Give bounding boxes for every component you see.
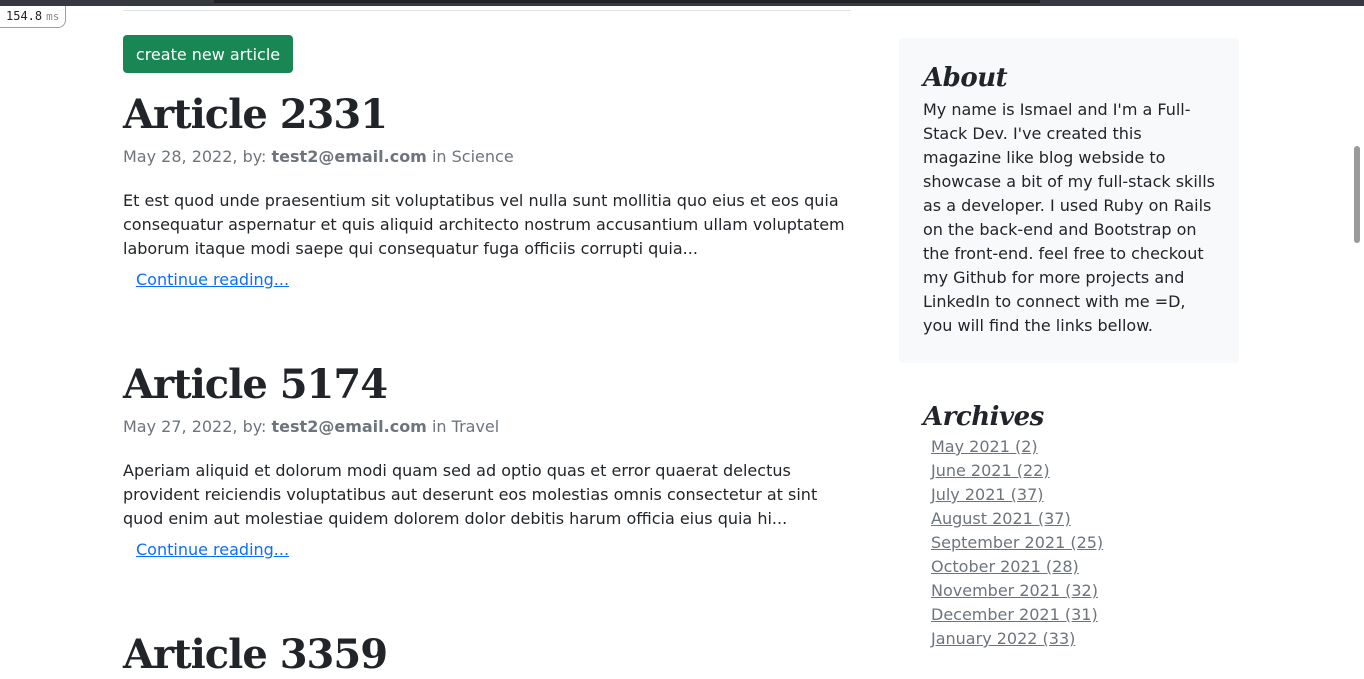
archive-item: November 2021 (32) <box>931 579 1223 603</box>
archive-item: July 2021 (37) <box>931 483 1223 507</box>
scrollbar-thumb[interactable] <box>1354 146 1360 243</box>
archive-link[interactable]: May 2021 (2) <box>931 437 1038 456</box>
article-meta: May 27, 2022, by: test2@email.com in Tra… <box>123 415 851 439</box>
article-meta: May 28, 2022, by: test2@email.com in Sci… <box>123 145 851 169</box>
archive-item: October 2021 (28) <box>931 555 1223 579</box>
perf-value: 154.8 <box>6 9 43 23</box>
article-title[interactable]: Article 2331 <box>123 91 851 139</box>
perf-badge: 154.8 ms <box>0 6 67 28</box>
create-new-article-button[interactable]: create new article <box>123 35 293 73</box>
archive-item: September 2021 (25) <box>931 531 1223 555</box>
archives-section: Archives May 2021 (2) June 2021 (22) Jul… <box>923 401 1223 651</box>
archive-link[interactable]: September 2021 (25) <box>931 533 1103 552</box>
archive-item: May 2021 (2) <box>931 435 1223 459</box>
article-in-label: in <box>431 417 447 436</box>
article-date: May 28, 2022, by: <box>123 147 267 166</box>
archives-title: Archives <box>923 402 1044 432</box>
article-author: test2@email.com <box>271 147 427 166</box>
archive-link[interactable]: July 2021 (37) <box>931 485 1044 504</box>
archive-item: December 2021 (31) <box>931 603 1223 627</box>
about-title: About <box>923 63 1008 93</box>
archive-link[interactable]: November 2021 (32) <box>931 581 1098 600</box>
article-category: Travel <box>451 417 500 436</box>
archive-link[interactable]: December 2021 (31) <box>931 605 1098 624</box>
browser-top-bar <box>0 0 1364 6</box>
article-card: Article 2331 May 28, 2022, by: test2@ema… <box>123 91 851 292</box>
archive-item: August 2021 (37) <box>931 507 1223 531</box>
archives-list: May 2021 (2) June 2021 (22) July 2021 (3… <box>923 433 1223 651</box>
continue-reading-link[interactable]: Continue reading... <box>136 538 289 562</box>
article-category: Science <box>451 147 514 166</box>
page-scrollbar[interactable] <box>1350 6 1364 658</box>
article-excerpt: Et est quod unde praesentium sit volupta… <box>123 191 845 258</box>
archive-link[interactable]: August 2021 (37) <box>931 509 1071 528</box>
continue-reading-link[interactable]: Continue reading... <box>136 268 289 292</box>
perf-unit: ms <box>46 10 60 23</box>
article-author: test2@email.com <box>271 417 427 436</box>
article-card: Article 5174 May 27, 2022, by: test2@ema… <box>123 361 851 562</box>
article-excerpt: Aperiam aliquid et dolorum modi quam sed… <box>123 461 818 528</box>
about-text: My name is Ismael and I'm a Full-Stack D… <box>923 100 1215 335</box>
archive-link[interactable]: June 2021 (22) <box>931 461 1050 480</box>
archive-link[interactable]: October 2021 (28) <box>931 557 1079 576</box>
article-title[interactable]: Article 5174 <box>123 361 851 409</box>
about-box: About My name is Ismael and I'm a Full-S… <box>899 38 1239 363</box>
article-card: Article 3359 <box>123 631 851 679</box>
article-date: May 27, 2022, by: <box>123 417 267 436</box>
article-title[interactable]: Article 3359 <box>123 631 851 679</box>
archive-item: January 2022 (33) <box>931 627 1223 651</box>
article-in-label: in <box>431 147 447 166</box>
top-progress-track <box>214 0 1040 3</box>
header-divider <box>123 10 851 11</box>
archive-item: June 2021 (22) <box>931 459 1223 483</box>
archive-link[interactable]: January 2022 (33) <box>931 629 1075 648</box>
